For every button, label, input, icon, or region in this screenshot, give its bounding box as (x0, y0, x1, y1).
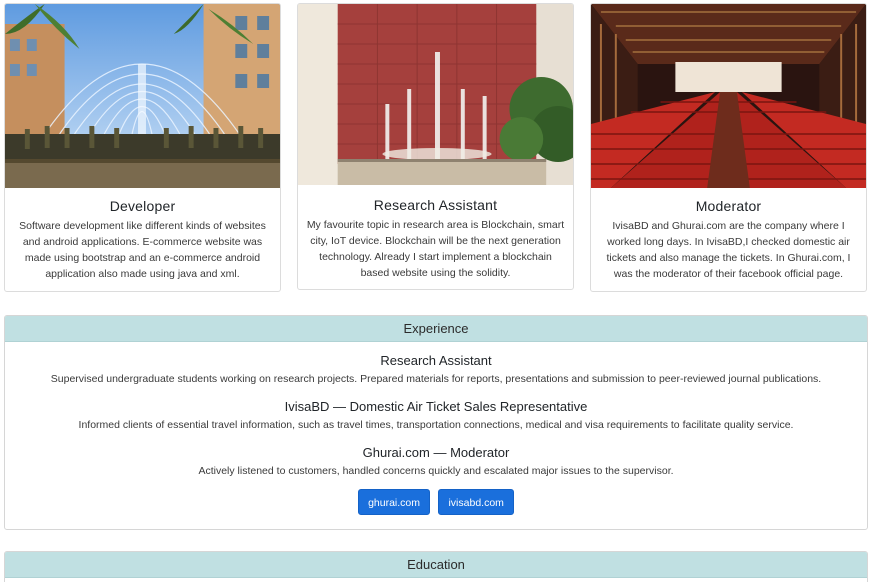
card-research-assistant: Research Assistant My favourite topic in… (297, 3, 574, 290)
card-developer: Developer Software development like diff… (4, 3, 281, 292)
experience-item: Research Assistant Supervised undergradu… (5, 353, 867, 385)
experience-header: Experience (5, 316, 867, 342)
education-header: Education (5, 552, 867, 578)
card-text: My favourite topic in research area is B… (306, 219, 565, 279)
ivisabd-link-button[interactable]: ivisabd.com (438, 489, 514, 515)
experience-item: Ghurai.com — Moderator Actively listened… (5, 445, 867, 477)
experience-title: Research Assistant (380, 353, 492, 368)
experience-section: Experience Research Assistant Supervised… (4, 315, 868, 530)
card-moderator: Moderator IvisaBD and Ghurai.com are the… (590, 3, 867, 292)
ghurai-link-button[interactable]: ghurai.com (358, 489, 431, 515)
card-title: Research Assistant (373, 197, 498, 213)
link-buttons: ghurai.com ivisabd.com (5, 489, 867, 515)
experience-desc: Informed clients of essential travel inf… (78, 419, 794, 431)
experience-desc: Actively listened to customers, handled … (198, 465, 674, 477)
card-text: IvisaBD and Ghurai.com are the company w… (606, 220, 851, 280)
fountain-courtyard-image (5, 4, 280, 188)
experience-title: Ghurai.com — Moderator (362, 445, 510, 460)
auditorium-image (591, 4, 866, 188)
red-wall-fountain-image (298, 4, 573, 185)
card-text: Software development like different kind… (19, 220, 266, 280)
experience-title: IvisaBD — Domestic Air Ticket Sales Repr… (284, 399, 588, 414)
experience-desc: Supervised undergraduate students workin… (50, 373, 822, 385)
card-title: Moderator (695, 198, 762, 214)
experience-item: IvisaBD — Domestic Air Ticket Sales Repr… (5, 399, 867, 431)
card-title: Developer (109, 198, 176, 214)
education-section: Education (4, 551, 868, 582)
